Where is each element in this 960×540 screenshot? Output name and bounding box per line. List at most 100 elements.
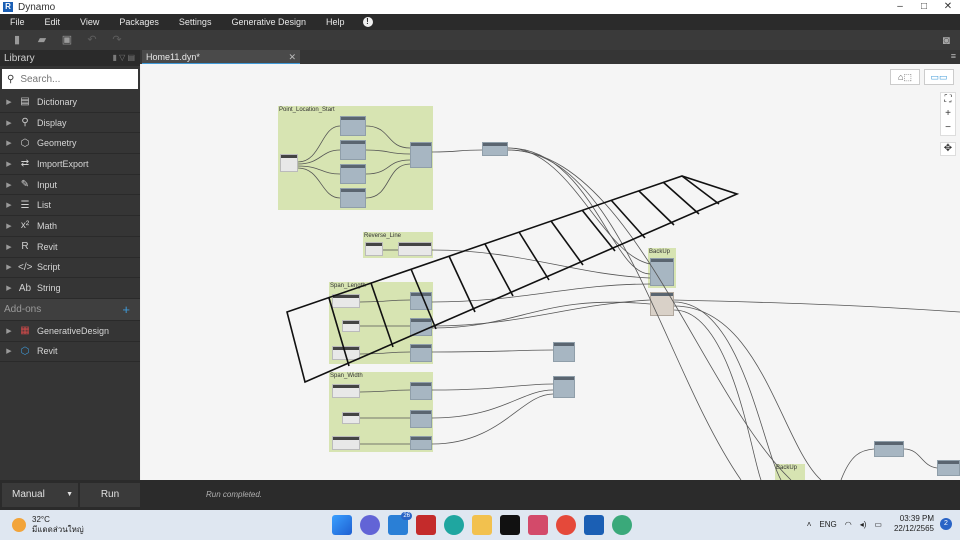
undo-icon[interactable]: ↶ <box>84 33 100 47</box>
geometry-icon: ⬡ <box>20 137 30 149</box>
temperature: 32°C <box>32 515 50 524</box>
revit-icon: R <box>21 241 29 253</box>
volume-icon[interactable]: ◂) <box>860 520 867 529</box>
chevron-right-icon: ▶ <box>6 160 12 168</box>
close-button[interactable]: ✕ <box>936 0 960 14</box>
library-filter-icon[interactable]: ▮ ▽ ▤ <box>112 53 135 62</box>
addons-header: Add-ons + <box>0 298 140 321</box>
library-item-label: Revit <box>37 346 58 357</box>
toolbar: ▮ ▰ ▣ ↶ ↷ ◙ <box>0 30 960 50</box>
library-item-label: List <box>37 200 52 211</box>
zoom-controls: ⛶ + − <box>940 92 956 136</box>
library-item-generativedesign[interactable]: ▶ ▦ GenerativeDesign <box>0 321 140 342</box>
revit-taskbar-icon[interactable] <box>584 515 604 535</box>
menu-help[interactable]: Help <box>316 17 355 27</box>
save-icon[interactable]: ▣ <box>59 33 75 47</box>
new-file-icon[interactable]: ▮ <box>9 33 25 47</box>
zoom-out-icon[interactable]: − <box>941 121 955 135</box>
maximize-button[interactable]: □ <box>912 0 936 14</box>
library-item-input[interactable]: ▶ ✎ Input <box>0 175 140 196</box>
folder-icon[interactable] <box>472 515 492 535</box>
chevron-right-icon: ▶ <box>6 264 12 272</box>
chevron-right-icon: ▶ <box>6 348 12 356</box>
chevron-right-icon: ▶ <box>6 181 12 189</box>
library-header: Library ▮ ▽ ▤ <box>0 50 140 66</box>
library-title: Library <box>4 52 35 64</box>
battery-icon[interactable]: ▭ <box>874 520 882 529</box>
tab-menu-icon[interactable]: ≡ <box>951 51 956 61</box>
snipping-icon[interactable] <box>528 515 548 535</box>
library-item-display[interactable]: ▶ ⚲ Display <box>0 113 140 134</box>
game-icon[interactable] <box>416 515 436 535</box>
menu-file[interactable]: File <box>0 17 35 27</box>
redo-icon[interactable]: ↷ <box>109 33 125 47</box>
close-tab-icon[interactable]: ✕ <box>288 50 296 64</box>
chevron-right-icon: ▶ <box>6 222 12 230</box>
library-item-script[interactable]: ▶ </> Script <box>0 258 140 279</box>
minimize-button[interactable]: – <box>888 0 912 14</box>
pan-icon[interactable]: ✥ <box>940 142 956 156</box>
search-input[interactable] <box>20 73 131 85</box>
library-item-label: Input <box>37 179 58 190</box>
chrome-icon[interactable] <box>556 515 576 535</box>
workspace-canvas[interactable]: Point_Location_Start Reverse_Line Span_L… <box>141 64 960 480</box>
graph-view-toggle[interactable]: ▭▭ <box>924 69 954 85</box>
chat-icon[interactable] <box>360 515 380 535</box>
library-item-label: Dictionary <box>37 96 78 107</box>
open-file-icon[interactable]: ▰ <box>34 33 50 47</box>
chevron-down-icon: ▼ <box>66 491 73 498</box>
chevron-right-icon: ▶ <box>6 285 12 293</box>
chevron-up-icon[interactable]: ˄ <box>807 520 812 529</box>
zoom-in-icon[interactable]: + <box>941 107 955 121</box>
start-icon[interactable] <box>332 515 352 535</box>
clock[interactable]: 03:39 PM 22/12/2565 <box>894 514 934 534</box>
zoom-fit-icon[interactable]: ⛶ <box>941 93 955 107</box>
pycharm-icon[interactable] <box>500 515 520 535</box>
chevron-right-icon: ▶ <box>6 243 12 251</box>
menu-bar: File Edit View Packages Settings Generat… <box>0 14 960 30</box>
run-button[interactable]: Run <box>80 483 140 507</box>
generative-design-icon: ▦ <box>20 325 30 337</box>
display-icon: ⚲ <box>21 117 29 129</box>
library-item-revit[interactable]: ▶ R Revit <box>0 237 140 258</box>
revit-addon-icon: ⬡ <box>20 345 30 357</box>
weather-description: มีแดดส่วนใหญ่ <box>32 525 84 534</box>
input-icon: ✎ <box>20 179 30 191</box>
chevron-right-icon: ▶ <box>6 119 12 127</box>
library-item-math[interactable]: ▶ x² Math <box>0 216 140 237</box>
edge-icon[interactable] <box>444 515 464 535</box>
taskbar-apps: 26 <box>332 512 640 535</box>
menu-view[interactable]: View <box>70 17 109 27</box>
dynamo-taskbar-icon[interactable] <box>612 515 632 535</box>
library-item-label: Script <box>37 262 61 273</box>
date: 22/12/2565 <box>893 524 934 533</box>
language-indicator[interactable]: ENG <box>819 520 836 529</box>
library-item-label: ImportExport <box>37 158 89 169</box>
wifi-icon[interactable]: ◠ <box>845 520 852 529</box>
add-addon-icon[interactable]: + <box>122 302 130 317</box>
tab-home11[interactable]: Home11.dyn* ✕ <box>142 50 300 64</box>
chevron-right-icon: ▶ <box>6 140 12 148</box>
notification-badge[interactable]: 2 <box>940 518 952 530</box>
library-item-list[interactable]: ▶ ☰ List <box>0 195 140 217</box>
sun-icon <box>12 518 26 532</box>
library-item-label: Revit <box>37 241 58 252</box>
library-item-geometry[interactable]: ▶ ⬡ Geometry <box>0 133 140 155</box>
menu-packages[interactable]: Packages <box>109 17 169 27</box>
run-mode-select[interactable]: Manual ▼ <box>2 483 78 507</box>
geometry-view-toggle[interactable]: ⌂⬚ <box>890 69 920 85</box>
alert-icon[interactable]: ! <box>362 17 373 27</box>
camera-icon[interactable]: ◙ <box>943 33 950 47</box>
library-search: ⚲ <box>2 69 138 89</box>
library-item-dictionary[interactable]: ▶ ▤ Dictionary <box>0 92 140 113</box>
menu-settings[interactable]: Settings <box>169 17 222 27</box>
mail-icon[interactable]: 26 <box>388 512 412 535</box>
library-item-revit[interactable]: ▶ ⬡ Revit <box>0 342 140 363</box>
library-item-importexport[interactable]: ▶ ⇄ ImportExport <box>0 154 140 175</box>
title-bar: R Dynamo – □ ✕ <box>0 0 960 14</box>
menu-edit[interactable]: Edit <box>35 17 71 27</box>
menu-generative-design[interactable]: Generative Design <box>221 17 316 27</box>
chevron-right-icon: ▶ <box>6 98 12 106</box>
weather-widget[interactable]: 32°C มีแดดส่วนใหญ่ <box>12 515 84 535</box>
library-item-string[interactable]: ▶ Ab String <box>0 278 140 299</box>
